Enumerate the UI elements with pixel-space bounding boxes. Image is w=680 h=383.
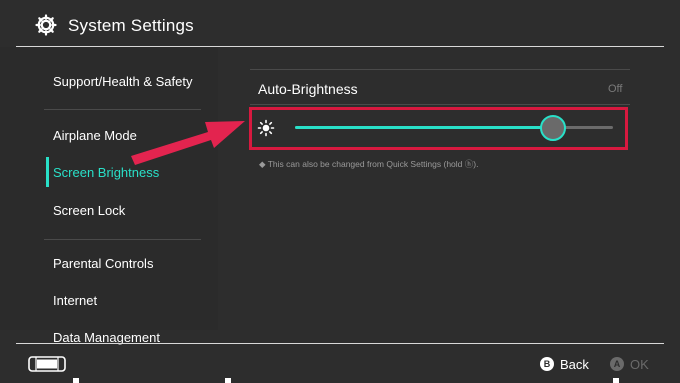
brightness-slider[interactable] xyxy=(295,115,613,141)
sidebar-item-screen-lock[interactable]: Screen Lock xyxy=(53,203,125,218)
ok-button[interactable]: A OK xyxy=(610,355,649,373)
quick-settings-hint: ◆ This can also be changed from Quick Se… xyxy=(259,159,479,169)
main-divider xyxy=(250,69,630,70)
back-label: Back xyxy=(560,356,589,372)
settings-screen: System Settings Support/Health & Safety … xyxy=(0,0,680,383)
brightness-slider-thumb[interactable] xyxy=(540,115,566,141)
sidebar: Support/Health & Safety Airplane Mode Sc… xyxy=(0,47,218,345)
auto-brightness-value: Off xyxy=(608,83,623,95)
main-divider xyxy=(250,104,630,105)
sidebar-divider xyxy=(44,109,201,110)
sidebar-item-parental-controls[interactable]: Parental Controls xyxy=(53,256,153,271)
sidebar-item-internet[interactable]: Internet xyxy=(53,293,97,308)
console-icon xyxy=(28,356,66,372)
bottom-edge-marker xyxy=(613,378,619,383)
a-button-icon: A xyxy=(610,357,624,371)
sidebar-item-support-health-safety[interactable]: Support/Health & Safety xyxy=(53,74,192,89)
gear-icon xyxy=(35,14,57,36)
header: System Settings xyxy=(0,0,680,47)
bottom-edge-marker xyxy=(225,378,231,383)
brightness-slider-fill xyxy=(295,126,553,129)
b-button-icon: B xyxy=(540,357,554,371)
sidebar-item-airplane-mode[interactable]: Airplane Mode xyxy=(53,128,137,143)
page-title: System Settings xyxy=(68,16,194,35)
sun-icon xyxy=(257,119,275,137)
sidebar-item-screen-brightness[interactable]: Screen Brightness xyxy=(53,165,159,180)
auto-brightness-label[interactable]: Auto-Brightness xyxy=(258,81,358,97)
back-button[interactable]: B Back xyxy=(540,355,589,373)
sidebar-divider xyxy=(44,239,201,240)
footer-divider xyxy=(16,343,664,344)
active-indicator xyxy=(46,157,49,187)
ok-label: OK xyxy=(630,356,649,372)
bottom-edge-marker xyxy=(73,378,79,383)
